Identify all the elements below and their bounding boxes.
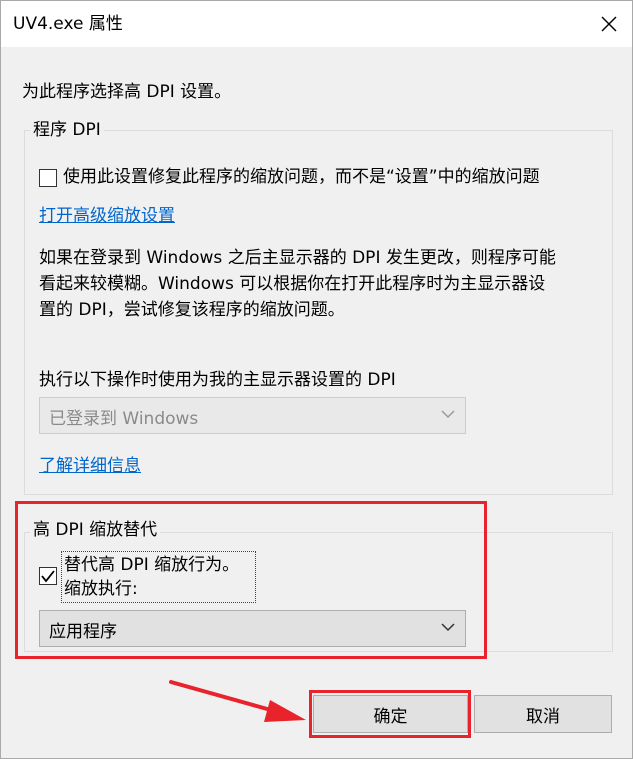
advanced-scaling-link[interactable]: 打开高级缩放设置 (39, 203, 175, 229)
cancel-button[interactable]: 取消 (474, 695, 612, 733)
high-dpi-checkbox-label-line2: 缩放执行: (64, 579, 138, 599)
intro-text: 为此程序选择高 DPI 设置。 (22, 82, 232, 102)
program-dpi-legend: 程序 DPI (30, 119, 104, 141)
title-bar: UV4.exe 属性 (1, 1, 632, 47)
annotation-arrow-icon (169, 680, 306, 722)
dpi-timing-select-value: 已登录到 Windows (49, 409, 199, 429)
scaling-performed-by-select[interactable]: 应用程序 (39, 610, 466, 647)
program-dpi-checkbox-label[interactable]: 使用此设置修复此程序的缩放问题，而不是“设置”中的缩放问题 (63, 164, 540, 190)
high-dpi-legend: 高 DPI 缩放替代 (30, 519, 161, 541)
close-button[interactable] (586, 1, 632, 47)
description-line-2: 看起来较模糊。Windows 可以根据你在打开此程序时为主显示器设 (39, 274, 546, 294)
high-dpi-override-checkbox[interactable] (39, 567, 57, 585)
checkmark-icon (41, 570, 55, 583)
cancel-button-label: 取消 (526, 706, 560, 727)
high-dpi-checkbox-label-line1: 替代高 DPI 缩放行为。 (64, 555, 240, 575)
chevron-down-icon (441, 410, 455, 419)
scaling-performed-by-value: 应用程序 (49, 622, 117, 642)
ok-button[interactable]: 确定 (313, 695, 468, 733)
dpi-select-label: 执行以下操作时使用为我的主显示器设置的 DPI (39, 370, 396, 390)
ok-button-label: 确定 (373, 706, 408, 727)
program-dpi-checkbox[interactable] (39, 169, 57, 187)
description-line-3: 置的 DPI，尝试修复该程序的缩放问题。 (39, 300, 345, 320)
chevron-down-icon (441, 623, 455, 632)
high-dpi-checkbox-label-box[interactable]: 替代高 DPI 缩放行为。 缩放执行: (61, 551, 256, 603)
learn-more-link[interactable]: 了解详细信息 (39, 453, 141, 479)
dpi-timing-select[interactable]: 已登录到 Windows (39, 397, 466, 434)
description-line-1: 如果在登录到 Windows 之后主显示器的 DPI 发生更改，则程序可能 (39, 248, 556, 268)
properties-dialog: UV4.exe 属性 为此程序选择高 DPI 设置。 程序 DPI 使用此设置修… (0, 0, 633, 759)
window-title: UV4.exe 属性 (13, 14, 123, 34)
close-icon (601, 16, 617, 32)
